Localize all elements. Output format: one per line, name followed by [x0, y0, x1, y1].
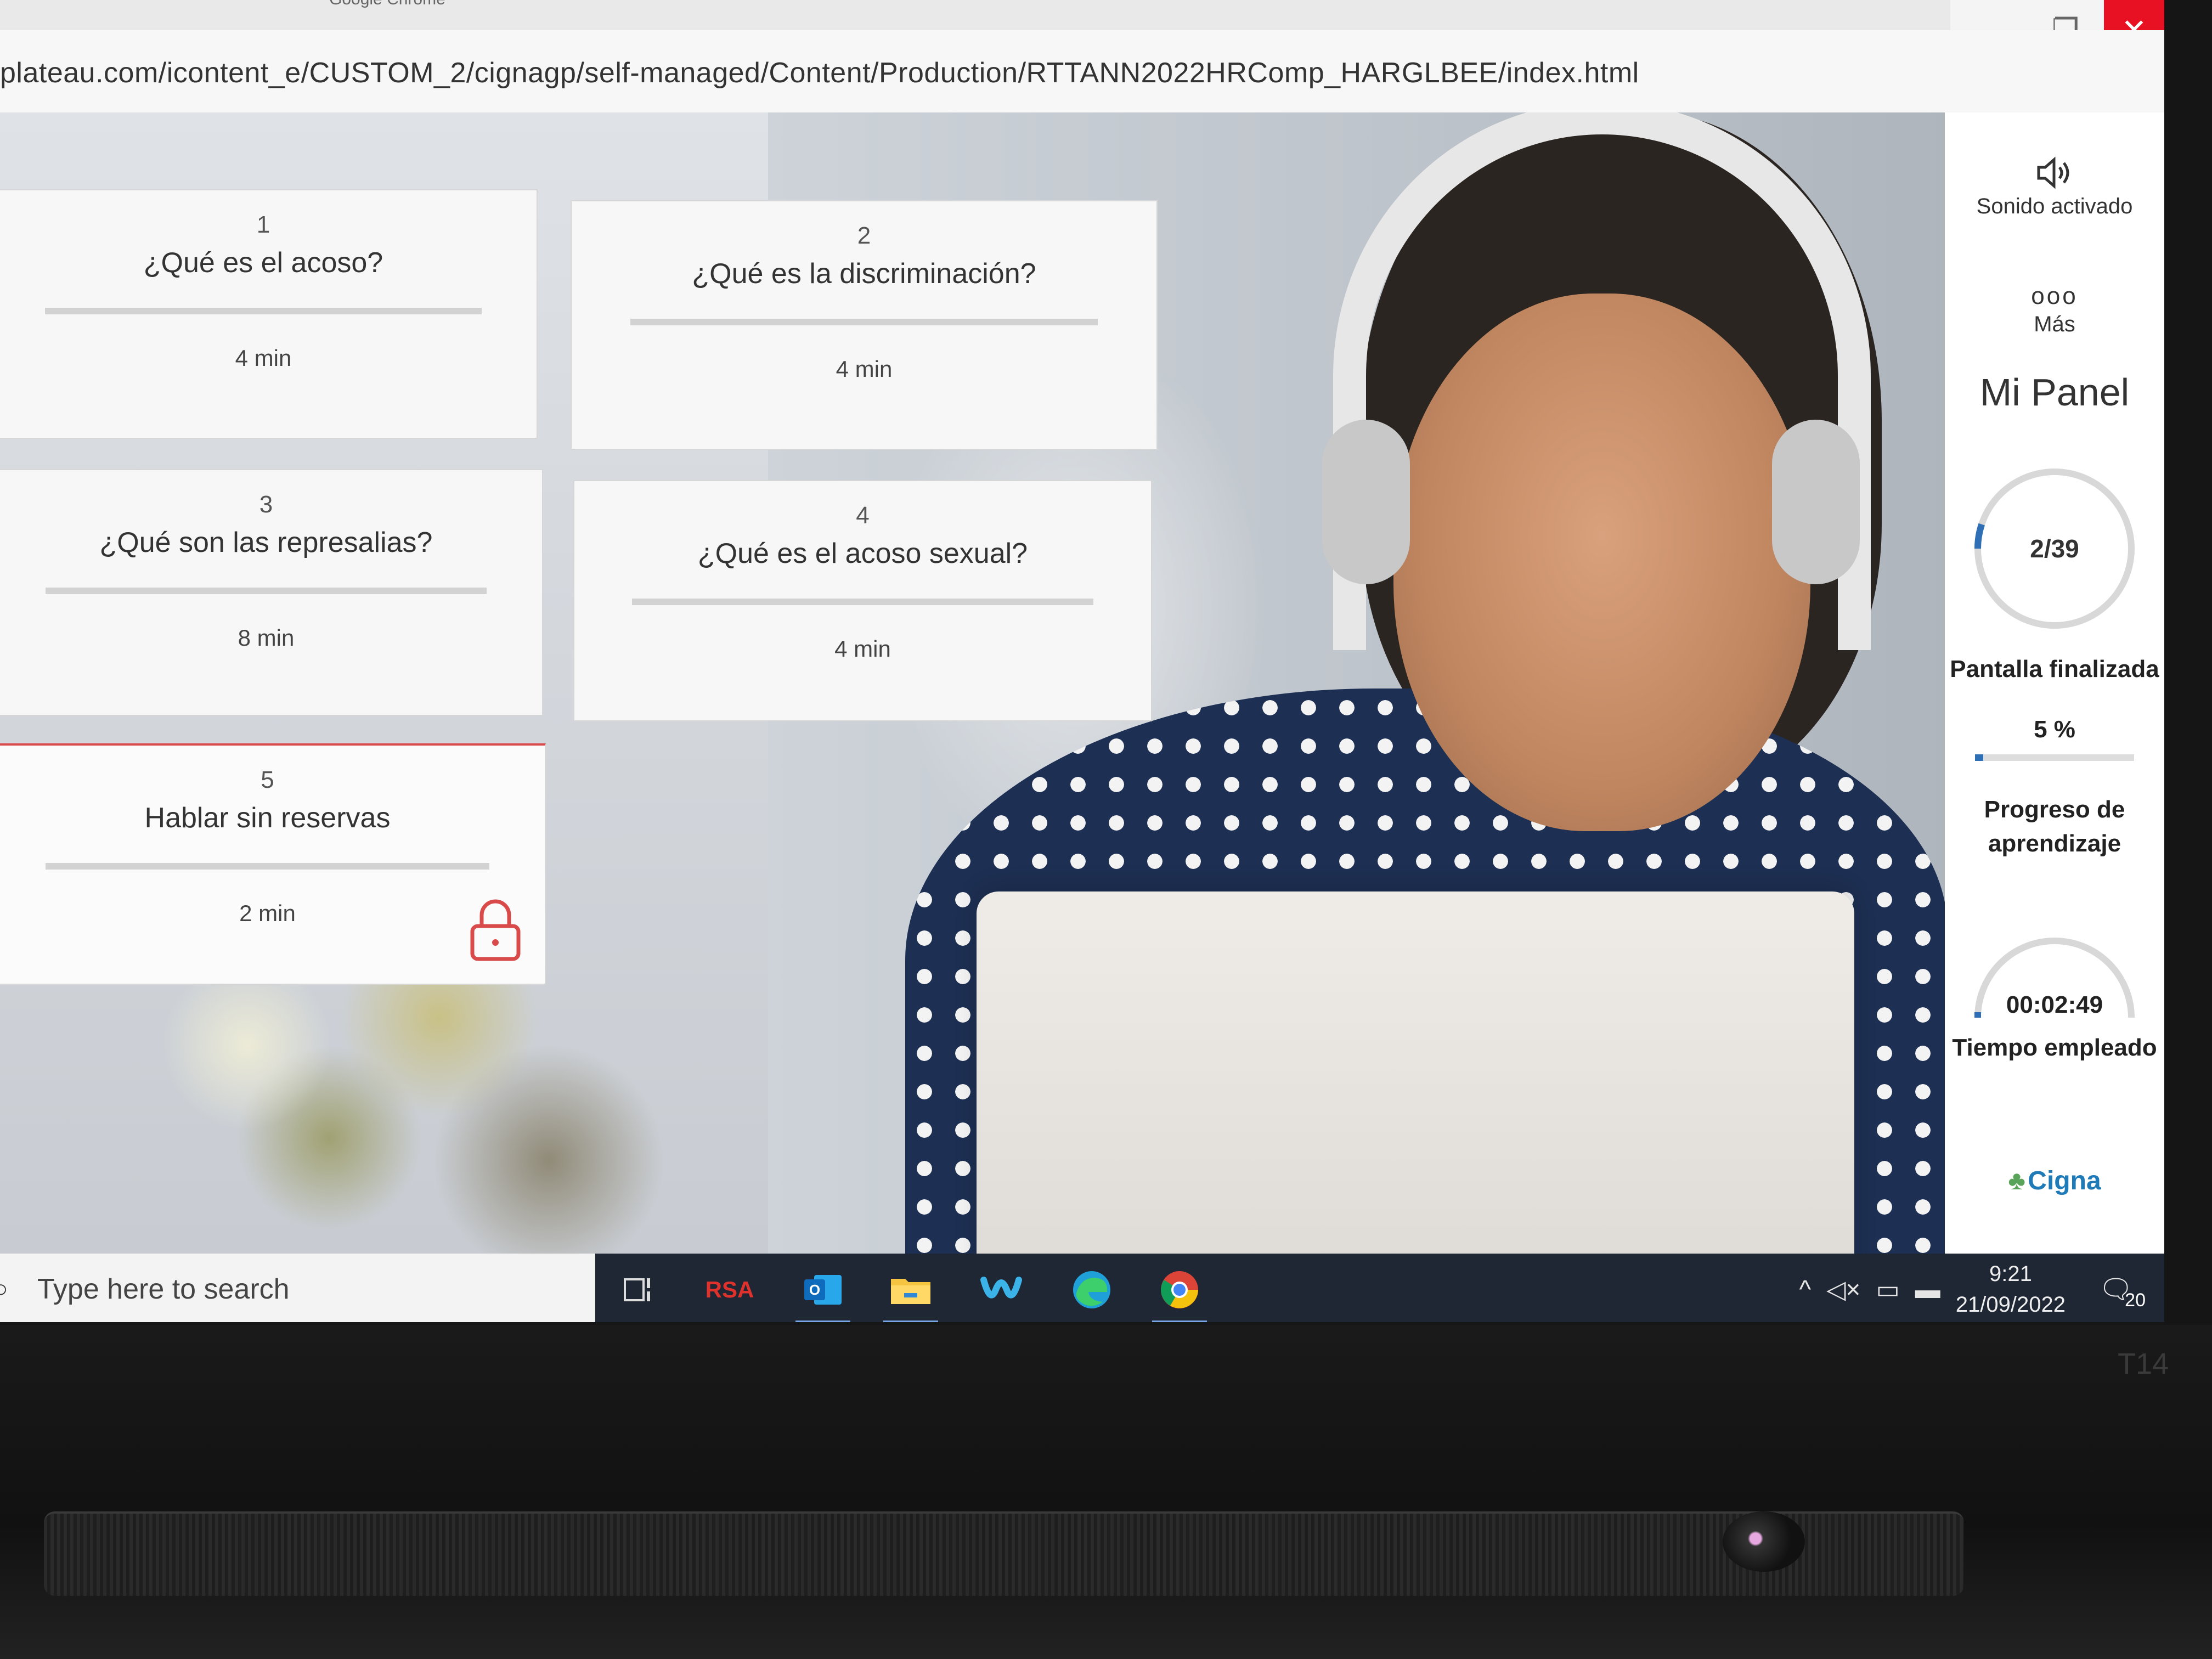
taskbar-search[interactable]: ○ Type here to search [0, 1254, 595, 1322]
battery-icon[interactable]: ▬ [1915, 1274, 1940, 1304]
topic-progress-bar [46, 863, 489, 870]
network-icon[interactable]: ▭ [1876, 1274, 1899, 1304]
laptop-bezel: T14 [0, 1325, 2212, 1659]
topic-duration: 2 min [239, 900, 296, 926]
clock-date: 21/09/2022 [1955, 1293, 2066, 1317]
topic-duration: 8 min [238, 625, 295, 651]
rsa-icon[interactable]: RSA [699, 1263, 760, 1316]
monitor-screen: Google Chrome — ❐ ✕ plateau.com/icontent… [0, 0, 2164, 1322]
more-dots-icon: ooo [2031, 283, 2078, 309]
laptop-model-label: T14 [2118, 1347, 2169, 1380]
cigna-tree-icon: ♣ [2008, 1166, 2025, 1195]
screens-count: 2/39 [2030, 534, 2079, 563]
topic-title: ¿Qué es la discriminación? [692, 258, 1036, 290]
window-title: Google Chrome [329, 0, 445, 9]
speaker-icon [2037, 156, 2069, 189]
topic-number: 2 [857, 222, 871, 249]
panel-title: Mi Panel [1979, 371, 2130, 414]
laptop-photo-detail [977, 891, 1854, 1256]
sound-label: Sonido activado [1976, 194, 2133, 218]
topic-number: 3 [259, 491, 273, 518]
topic-number: 4 [856, 502, 870, 529]
outlook-icon[interactable]: O [793, 1263, 853, 1322]
screens-progress-ring: 2/39 [1970, 464, 2140, 634]
sound-toggle[interactable]: Sonido activado [1945, 156, 2164, 219]
more-menu[interactable]: ooo Más [1945, 283, 2164, 337]
headphone-cup-left [1322, 420, 1410, 584]
topic-progress-bar [44, 308, 482, 314]
topic-card-3[interactable]: 3 ¿Qué son las represalias? 8 min [0, 469, 543, 716]
topic-number: 5 [261, 766, 274, 793]
clock-time: 9:21 [1989, 1262, 2032, 1286]
chevron-up-icon[interactable]: ^ [1799, 1274, 1811, 1304]
more-label: Más [2034, 312, 2075, 336]
learning-progress-bar [1975, 754, 2134, 761]
system-tray: ^ ◁× ▭ ▬ 9:21 21/09/2022 🗨 20 [1799, 1254, 2164, 1322]
headphone-cup-right [1772, 420, 1860, 584]
search-icon: ○ [0, 1276, 8, 1302]
screens-label: Pantalla finalizada [1950, 656, 2159, 682]
file-explorer-icon[interactable] [881, 1263, 941, 1322]
topic-duration: 4 min [834, 636, 891, 662]
topic-title: ¿Qué es el acoso sexual? [697, 538, 1028, 569]
webcam-privacy-icon [1723, 1511, 1805, 1572]
learning-progress-fill [1975, 754, 1983, 761]
taskbar-clock[interactable]: 9:21 21/09/2022 [1956, 1259, 2066, 1320]
topic-card-1[interactable]: 1 ¿Qué es el acoso? 4 min [0, 189, 538, 439]
chrome-icon[interactable] [1149, 1263, 1210, 1322]
address-bar[interactable]: plateau.com/icontent_e/CUSTOM_2/cignagp/… [0, 30, 2164, 114]
topic-title: ¿Qué es el acoso? [143, 247, 383, 279]
time-gauge: 00:02:49 [1967, 919, 2142, 1023]
time-spent-label: Tiempo empleado [1952, 1034, 2157, 1061]
course-content: 1 ¿Qué es el acoso? 4 min 2 ¿Qué es la d… [0, 112, 1945, 1256]
topic-progress-bar [632, 599, 1093, 605]
url-text[interactable]: plateau.com/icontent_e/CUSTOM_2/cignagp/… [0, 57, 1639, 89]
laptop-hinge [44, 1511, 1964, 1596]
topic-card-2[interactable]: 2 ¿Qué es la discriminación? 4 min [571, 200, 1158, 450]
task-view-icon[interactable] [609, 1263, 669, 1316]
windows-taskbar: ○ Type here to search RSA O ^ ◁× ▭ ▬ 9:2… [0, 1254, 2164, 1322]
volume-muted-icon[interactable]: ◁× [1826, 1274, 1860, 1304]
topic-card-4[interactable]: 4 ¿Qué es el acoso sexual? 4 min [573, 480, 1152, 721]
edge-icon[interactable] [1062, 1263, 1122, 1316]
topic-duration: 4 min [235, 345, 292, 371]
search-placeholder[interactable]: Type here to search [37, 1273, 290, 1306]
topic-progress-bar [630, 319, 1098, 325]
my-panel: Sonido activado ooo Más Mi Panel 2/39 Pa… [1945, 112, 2164, 1256]
webex-icon[interactable] [971, 1263, 1031, 1316]
notification-count: 20 [2125, 1289, 2146, 1311]
topic-title: Hablar sin reservas [144, 802, 391, 834]
learning-progress-label: Progreso de aprendizaje [1984, 796, 2125, 857]
window-titlebar: Google Chrome — ❐ ✕ [0, 0, 2164, 60]
svg-text:O: O [809, 1282, 820, 1298]
time-spent-value: 00:02:49 [2006, 991, 2103, 1018]
topic-duration: 4 min [836, 356, 893, 382]
topic-card-5[interactable]: 5 Hablar sin reservas 2 min [0, 743, 546, 985]
lock-icon [470, 899, 521, 961]
cigna-logo: Cigna [2028, 1166, 2101, 1195]
learning-progress-percent: 5 % [2034, 716, 2075, 743]
topic-progress-bar [45, 588, 487, 594]
topic-title: ¿Qué son las represalias? [99, 527, 433, 558]
notification-button[interactable]: 🗨 20 [2098, 1273, 2146, 1311]
topic-number: 1 [256, 211, 270, 238]
